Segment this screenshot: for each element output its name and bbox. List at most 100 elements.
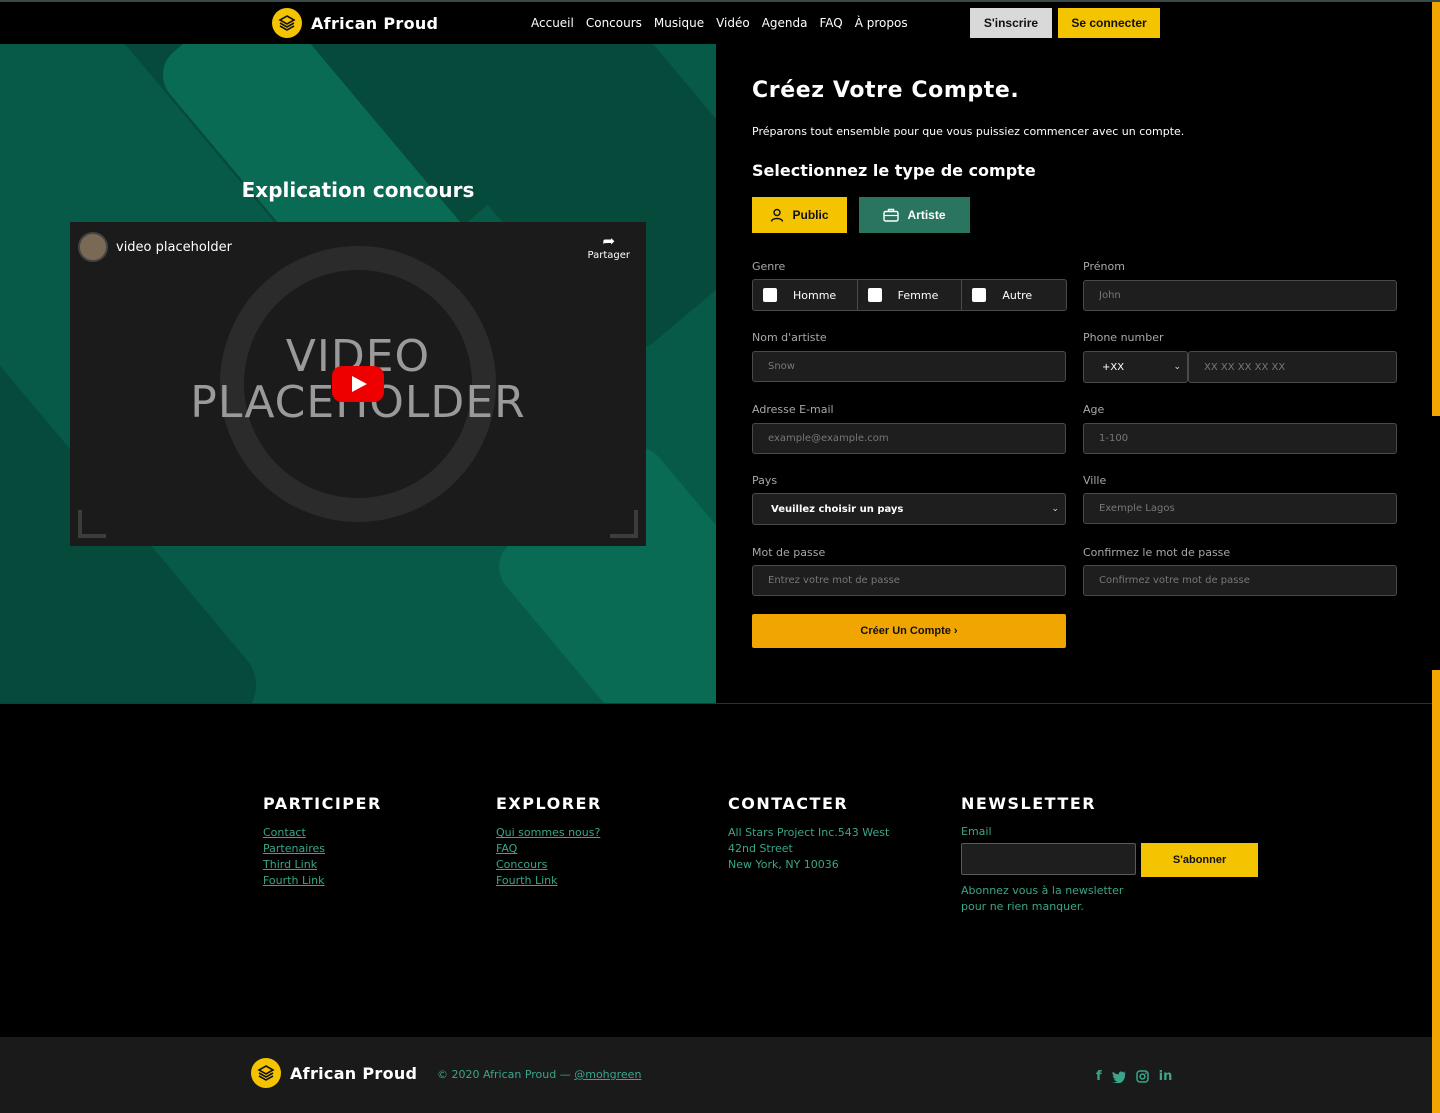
footer-heading: EXPLORER [496,794,602,813]
nav-concours[interactable]: Concours [586,16,642,30]
create-account-button[interactable]: Créer Un Compte › [752,614,1066,648]
footer-brand-logo[interactable]: African Proud [251,1058,417,1088]
city-label: Ville [1083,474,1107,487]
form-title: Créez Votre Compte. [752,78,1020,103]
age-label: Age [1083,403,1105,416]
instagram-icon[interactable] [1135,1070,1149,1083]
city-input[interactable] [1083,493,1397,524]
confirm-password-input[interactable] [1083,565,1397,596]
country-label: Pays [752,474,778,487]
author-handle-link[interactable]: @mohgreen [574,1068,641,1081]
gender-option-homme[interactable]: Homme [753,280,858,310]
fullscreen-corner-icon [78,510,106,538]
email-label: Adresse E-mail [752,403,834,416]
hero-panel: Explication concours VIDEO PLACEHOLDER v… [0,44,716,703]
artist-name-input[interactable] [752,351,1066,382]
layers-logo-icon [272,8,302,38]
footer-brand-name: African Proud [290,1063,418,1083]
checkbox[interactable] [972,288,987,302]
gender-option-femme[interactable]: Femme [858,280,963,310]
nav-musique[interactable]: Musique [654,16,704,30]
phone-label: Phone number [1083,331,1164,344]
artist-name-label: Nom d'artiste [752,331,827,344]
user-icon [771,208,784,222]
subscribe-button[interactable]: S'abonner [1141,843,1259,877]
scroll-edge-accent [1432,670,1440,1113]
account-type-public-button[interactable]: Public [752,197,847,233]
nav-agenda[interactable]: Agenda [762,16,808,30]
youtube-play-icon[interactable] [332,366,384,402]
video-header: video placeholder [78,232,232,262]
site-header: African Proud Accueil Concours Musique V… [0,2,1440,44]
footer-heading: NEWSLETTER [961,794,1097,813]
signup-button[interactable]: S'inscrire [970,8,1052,38]
country-select-value: Veuillez choisir un pays [771,503,904,515]
hero-title: Explication concours [241,178,475,202]
footer-bottom-bar: African Proud © 2020 African Proud — @mo… [0,1037,1432,1113]
brand-logo[interactable]: African Proud [272,8,438,38]
briefcase-icon [883,208,900,222]
footer-link-concours[interactable]: Concours [496,857,602,873]
newsletter-email-label: Email [961,825,992,838]
linkedin-icon[interactable]: in [1159,1069,1173,1084]
share-button[interactable]: ➦ Partager [588,232,630,261]
footer-col-contacter: CONTACTER All Stars Project Inc.543 West… [728,794,889,873]
first-name-label: Prénom [1083,260,1125,273]
checkbox[interactable] [867,288,882,302]
nav-video[interactable]: Vidéo [716,16,750,30]
gender-option-label: Femme [897,288,939,302]
footer-heading: CONTACTER [728,794,849,813]
facebook-icon[interactable]: f [1096,1069,1102,1084]
share-label: Partager [587,250,630,261]
footer-col-explorer: EXPLORER Qui sommes nous? FAQ Concours F… [496,794,602,889]
account-type-heading: Selectionnez le type de compte [752,161,1036,180]
phone-input[interactable] [1188,351,1397,383]
footer-link[interactable]: Fourth Link [496,873,602,889]
checkbox[interactable] [763,288,777,302]
chevron-down-icon: ⌄ [1173,362,1181,372]
footer-link-qui-sommes-nous[interactable]: Qui sommes nous? [496,825,602,841]
address-line: All Stars Project Inc.543 West [728,826,890,839]
age-input[interactable] [1083,423,1397,454]
footer-link[interactable]: Fourth Link [263,873,382,889]
video-title[interactable]: video placeholder [116,240,232,255]
email-input[interactable] [752,423,1066,454]
video-player[interactable]: VIDEO PLACEHOLDER video placeholder ➦ Pa… [70,222,646,546]
footer-link-faq[interactable]: FAQ [496,841,602,857]
scroll-edge-accent [1432,2,1440,416]
password-input[interactable] [752,565,1066,596]
site-footer: PARTICIPER Contact Partenaires Third Lin… [0,703,1432,1037]
first-name-input[interactable] [1083,280,1397,311]
account-type-artist-label: Artiste [907,208,946,222]
twitter-icon[interactable] [1111,1070,1126,1083]
login-button[interactable]: Se connecter [1058,8,1160,38]
channel-avatar[interactable] [78,232,108,262]
footer-link-contact[interactable]: Contact [263,825,382,841]
nav-accueil[interactable]: Accueil [531,16,574,30]
address-line: 42nd Street [728,842,793,855]
fullscreen-corner-icon [610,510,638,538]
nav-faq[interactable]: FAQ [820,16,843,30]
phone-code-select[interactable]: +XX ⌄ [1083,351,1188,383]
chevron-down-icon: ⌄ [1051,504,1059,514]
gender-option-label: Autre [1002,288,1033,302]
gender-label: Genre [752,260,786,273]
main-nav: Accueil Concours Musique Vidéo Agenda FA… [531,16,908,30]
form-subtitle: Préparons tout ensemble pour que vous pu… [752,125,1185,138]
phone-code-value: +XX [1102,361,1125,373]
country-select[interactable]: Veuillez choisir un pays ⌄ [752,493,1066,525]
footer-col-participer: PARTICIPER Contact Partenaires Third Lin… [263,794,382,889]
footer-heading: PARTICIPER [263,794,382,813]
newsletter-note: Abonnez vous à la newsletter pour ne rie… [961,884,1124,913]
password-label: Mot de passe [752,546,826,559]
account-type-artist-button[interactable]: Artiste [859,197,970,233]
footer-link-partenaires[interactable]: Partenaires [263,841,382,857]
footer-col-newsletter: NEWSLETTER Email S'abonner Abonnez vous … [961,794,1259,915]
confirm-password-label: Confirmez le mot de passe [1083,546,1231,559]
gender-option-autre[interactable]: Autre [962,280,1066,310]
nav-a-propos[interactable]: À propos [855,16,908,30]
newsletter-email-input[interactable] [961,842,1136,875]
address-line: New York, NY 10036 [728,858,839,871]
footer-link[interactable]: Third Link [263,857,382,873]
copyright: © 2020 African Proud — @mohgreen [437,1068,641,1081]
